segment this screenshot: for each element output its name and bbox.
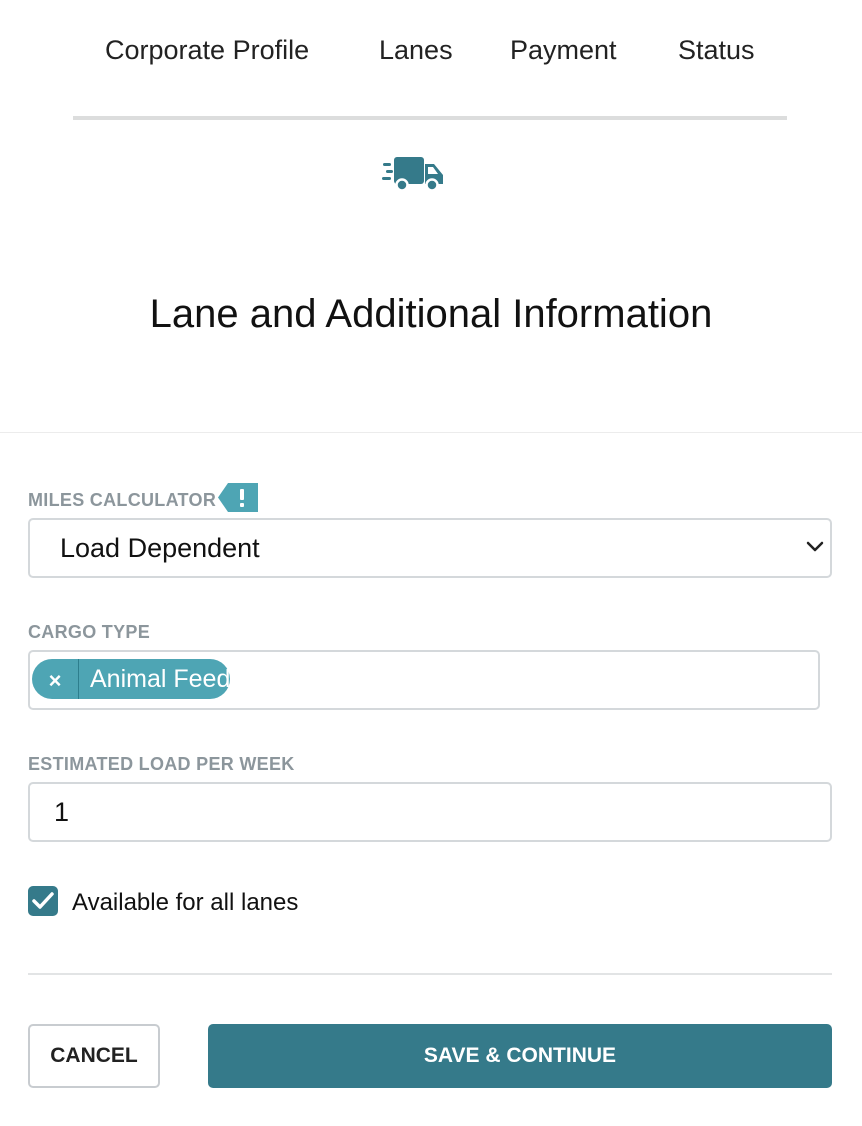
available-all-lanes-checkbox[interactable] [28, 886, 58, 916]
footer-divider [28, 973, 832, 975]
miles-calculator-label: MILES CALCULATOR [28, 490, 217, 510]
cargo-type-tag: × Animal Feed [32, 659, 230, 699]
miles-calculator-select[interactable]: Load Dependent [28, 518, 832, 578]
truck-icon [382, 157, 443, 192]
chevron-down-icon [806, 541, 824, 552]
step-progress-line [73, 116, 787, 120]
tag-remove-button[interactable]: × [32, 659, 79, 699]
exclamation-icon[interactable] [218, 483, 258, 512]
step-lanes[interactable]: Lanes [379, 30, 453, 70]
checkmark-icon [32, 892, 54, 909]
step-nav: Corporate Profile Lanes Payment Status [0, 30, 862, 74]
page-title: Lane and Additional Information [149, 292, 713, 336]
save-continue-button[interactable]: SAVE & CONTINUE [208, 1024, 832, 1088]
step-status[interactable]: Status [678, 30, 755, 70]
cargo-type-input[interactable]: × Animal Feed [28, 650, 820, 710]
cancel-button[interactable]: CANCEL [28, 1024, 160, 1088]
estimated-load-input[interactable]: 1 [28, 782, 832, 842]
cargo-type-label: CARGO TYPE [28, 622, 151, 642]
section-divider [0, 432, 862, 433]
miles-calculator-value: Load Dependent [60, 533, 260, 563]
available-all-lanes-label[interactable]: Available for all lanes [72, 888, 298, 918]
estimated-load-value: 1 [54, 797, 70, 827]
step-payment[interactable]: Payment [510, 30, 617, 70]
estimated-load-label: ESTIMATED LOAD PER WEEK [28, 754, 295, 774]
step-corporate-profile[interactable]: Corporate Profile [105, 30, 309, 70]
cargo-type-tag-label: Animal Feed [90, 665, 231, 693]
